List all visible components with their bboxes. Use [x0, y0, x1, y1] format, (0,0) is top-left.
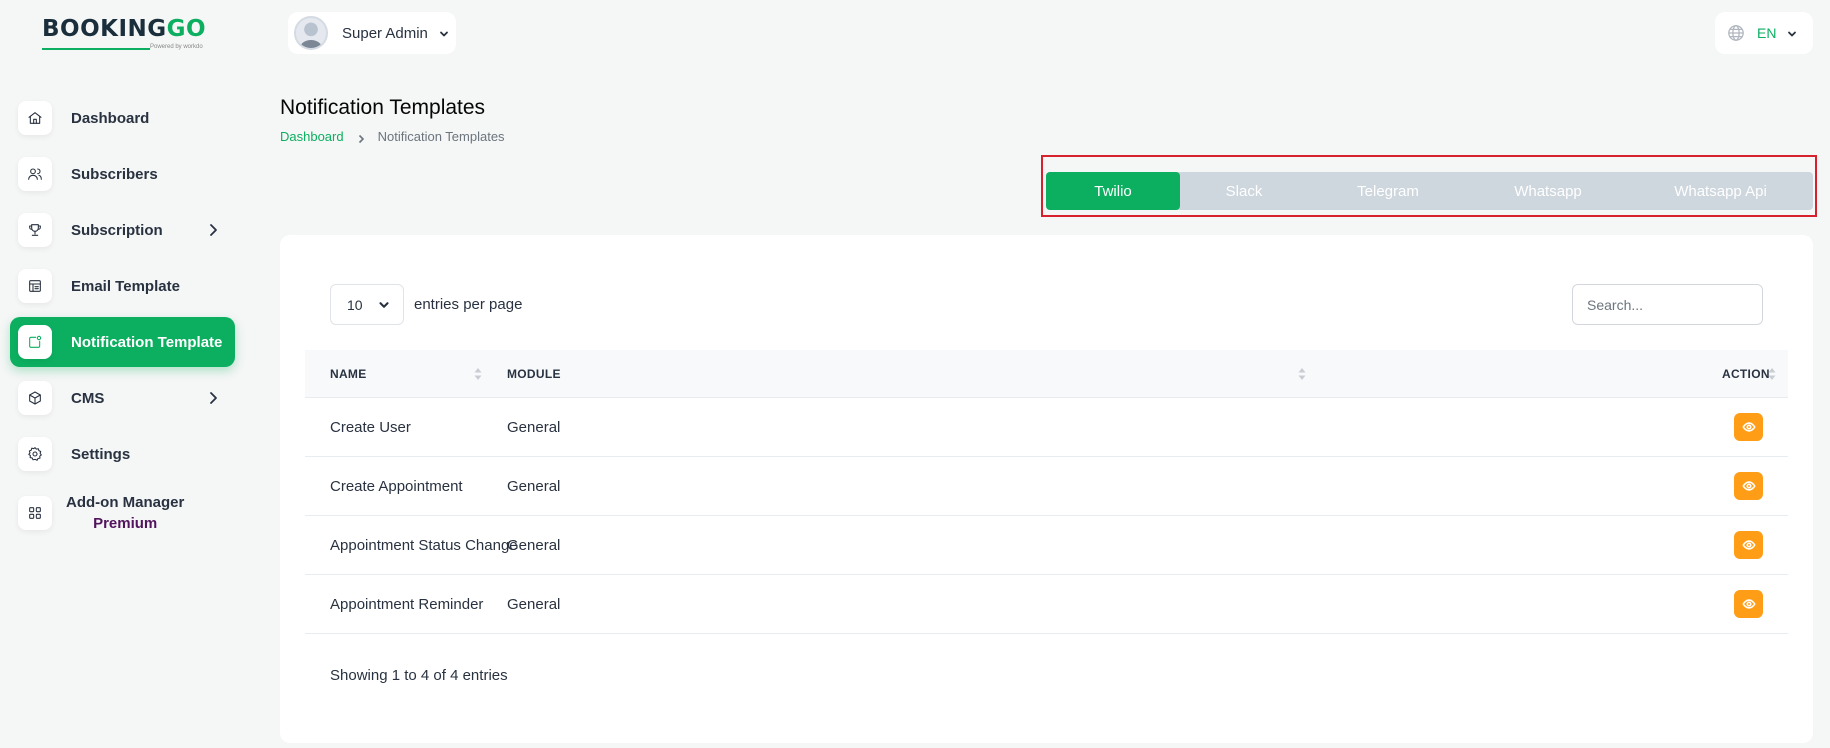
breadcrumb-current: Notification Templates — [377, 129, 505, 144]
eye-icon — [1741, 481, 1756, 491]
logo-underline — [42, 48, 150, 50]
eye-icon — [1741, 540, 1756, 550]
trophy-icon — [18, 213, 52, 247]
sidebar-item-label: Dashboard — [71, 109, 150, 127]
sort-icon[interactable] — [1297, 366, 1307, 382]
column-header-module[interactable]: MODULE — [507, 350, 561, 398]
breadcrumb: Dashboard Notification Templates — [280, 129, 505, 144]
sidebar-item-label: Settings — [71, 445, 131, 463]
templates-card: 10 entries per page NAME MODULE ACTION C… — [280, 235, 1813, 743]
globe-icon — [1727, 24, 1745, 42]
package-icon — [18, 381, 52, 415]
eye-icon — [1741, 422, 1756, 432]
sidebar-item-label: Subscription — [71, 221, 163, 239]
table-header: NAME MODULE ACTION — [305, 350, 1788, 398]
sidebar-item-label: Add-on Manager — [66, 494, 185, 511]
page-size-value: 10 — [347, 296, 363, 313]
entries-per-page-label: entries per page — [414, 296, 523, 313]
sidebar-item-notification-template[interactable]: Notification Template — [10, 317, 235, 367]
page-size-select[interactable]: 10 — [330, 284, 404, 325]
table-row: Appointment Status Change General — [305, 516, 1788, 575]
users-icon — [18, 157, 52, 191]
column-header-action[interactable]: ACTION — [1722, 350, 1770, 398]
breadcrumb-home-link[interactable]: Dashboard — [280, 129, 344, 144]
brand-name-part1: BOOKING — [42, 16, 167, 42]
sidebar-item-email-template[interactable]: Email Template — [10, 261, 235, 311]
sidebar-item-label: Notification Template — [71, 333, 223, 351]
sidebar-item-subscription[interactable]: Subscription — [10, 205, 235, 255]
chevron-down-icon — [377, 298, 391, 312]
view-button[interactable] — [1734, 472, 1763, 500]
sidebar-item-subscribers[interactable]: Subscribers — [10, 149, 235, 199]
chevron-right-icon — [205, 390, 221, 406]
eye-icon — [1741, 599, 1756, 609]
sidebar-item-dashboard[interactable]: Dashboard — [10, 93, 235, 143]
sidebar-item-label: Subscribers — [71, 165, 158, 183]
chevron-down-icon — [1786, 27, 1798, 39]
user-menu[interactable]: Super Admin — [288, 12, 456, 54]
sidebar-item-settings[interactable]: Settings — [10, 429, 235, 479]
tab-telegram[interactable]: Telegram — [1308, 172, 1468, 210]
gear-icon — [18, 437, 52, 471]
search-input[interactable] — [1572, 284, 1763, 325]
tab-twilio[interactable]: Twilio — [1046, 172, 1180, 210]
language-code: EN — [1757, 25, 1777, 41]
page-title: Notification Templates — [280, 96, 486, 119]
brand-powered: Powered by workdo — [150, 44, 203, 50]
table-info: Showing 1 to 4 of 4 entries — [330, 667, 508, 684]
sort-icon[interactable] — [1767, 366, 1777, 382]
channel-tabs: Twilio Slack Telegram Whatsapp Whatsapp … — [1046, 172, 1813, 210]
user-name: Super Admin — [342, 24, 428, 42]
entries-control: 10 entries per page — [330, 284, 522, 325]
chevron-down-icon — [438, 27, 450, 39]
cell-module: General — [507, 536, 561, 554]
brand-logo[interactable]: BOOKINGGO Powered by workdo — [42, 16, 208, 56]
cell-module: General — [507, 595, 561, 613]
cell-name: Create User — [330, 418, 411, 436]
sidebar: BOOKINGGO Powered by workdo Dashboard Su… — [0, 0, 246, 748]
brand-name-part2: GO — [166, 16, 207, 42]
sidebar-item-label: CMS — [71, 389, 105, 407]
premium-badge: Premium — [93, 515, 158, 532]
sidebar-item-label: Email Template — [71, 277, 180, 295]
table-row: Appointment Reminder General — [305, 575, 1788, 634]
sort-icon[interactable] — [473, 366, 483, 382]
home-icon — [18, 101, 52, 135]
table-row: Create User General — [305, 398, 1788, 457]
column-header-name[interactable]: NAME — [330, 350, 367, 398]
notification-icon — [18, 325, 52, 359]
table-row: Create Appointment General — [305, 457, 1788, 516]
sidebar-item-cms[interactable]: CMS — [10, 373, 235, 423]
avatar — [294, 16, 328, 50]
cell-module: General — [507, 418, 561, 436]
view-button[interactable] — [1734, 590, 1763, 618]
view-button[interactable] — [1734, 531, 1763, 559]
tab-slack[interactable]: Slack — [1180, 172, 1308, 210]
sidebar-item-addon-manager[interactable]: Add-on Manager Premium — [10, 483, 235, 543]
tab-whatsapp-api[interactable]: Whatsapp Api — [1628, 172, 1813, 210]
cell-name: Appointment Status Change — [330, 536, 518, 554]
language-selector[interactable]: EN — [1715, 12, 1813, 54]
cell-module: General — [507, 477, 561, 495]
chevron-right-icon — [356, 132, 366, 143]
cell-name: Appointment Reminder — [330, 595, 484, 613]
view-button[interactable] — [1734, 413, 1763, 441]
chevron-right-icon — [205, 222, 221, 238]
grid-icon — [18, 496, 52, 530]
cell-name: Create Appointment — [330, 477, 463, 495]
tab-whatsapp[interactable]: Whatsapp — [1468, 172, 1628, 210]
template-icon — [18, 269, 52, 303]
